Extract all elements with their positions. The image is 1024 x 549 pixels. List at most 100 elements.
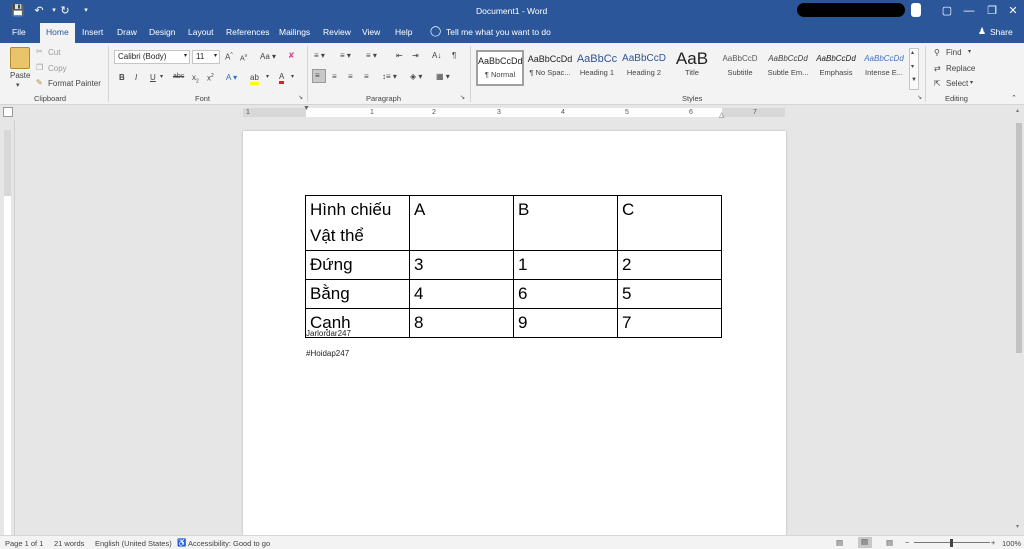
minimize-icon[interactable]: — (962, 4, 976, 18)
paste-button[interactable]: Paste (10, 71, 30, 80)
select-dropdown-icon[interactable]: ▾ (970, 79, 973, 86)
style-normal[interactable]: AaBbCcDd ¶ Normal (476, 50, 524, 86)
redo-icon[interactable]: ↻ (58, 4, 72, 18)
grow-font-icon[interactable]: A^ (225, 52, 233, 62)
font-color-dropdown-icon[interactable]: ▾ (291, 73, 294, 80)
document-table[interactable]: Hình chiếu Vật thể A B C Đứng 3 1 2 Bằng… (305, 195, 722, 338)
style-heading-1[interactable]: AaBbCc Heading 1 (573, 50, 621, 86)
dialog-launcher-icon[interactable]: ↘ (917, 94, 922, 101)
tell-me-search[interactable]: Tell me what you want to do (446, 27, 551, 37)
right-indent-marker-icon[interactable]: △ (719, 111, 724, 119)
style-subtitle[interactable]: AaBbCcD Subtitle (716, 50, 764, 86)
tab-view[interactable]: View (362, 27, 380, 37)
tab-review[interactable]: Review (323, 27, 351, 37)
style-no-spacing[interactable]: AaBbCcDd ¶ No Spac... (526, 50, 574, 86)
italic-button[interactable]: I (135, 73, 137, 82)
line-spacing-icon[interactable]: ↕≡ ▾ (382, 72, 397, 81)
tab-help[interactable]: Help (395, 27, 412, 37)
document-paragraph[interactable]: #Hoidap247 (306, 349, 349, 358)
find-button[interactable]: Find (946, 48, 962, 57)
print-layout-button[interactable]: ▤ (858, 537, 872, 548)
sort-icon[interactable]: A↓ (432, 51, 441, 60)
document-page[interactable]: Hình chiếu Vật thể A B C Đứng 3 1 2 Bằng… (243, 131, 786, 535)
table-cell[interactable]: 2 (617, 250, 722, 280)
horizontal-ruler[interactable]: 1 1 2 3 4 5 6 7 ▼ △ (0, 105, 1024, 120)
align-left-button[interactable]: ≡ (312, 69, 326, 83)
restore-icon[interactable]: ❐ (985, 4, 999, 18)
font-name-select[interactable]: Calibri (Body) ▾ (114, 50, 190, 64)
increase-indent-icon[interactable]: ⇥ (412, 51, 419, 60)
font-size-select[interactable]: 11 ▾ (192, 50, 220, 64)
table-cell[interactable]: 1 (513, 250, 618, 280)
table-cell[interactable]: 7 (617, 308, 722, 338)
table-cell[interactable]: 9 (513, 308, 618, 338)
zoom-slider-thumb[interactable] (950, 539, 953, 547)
zoom-out-icon[interactable]: − (905, 538, 909, 547)
style-intense-emphasis[interactable]: AaBbCcDd Intense E... (860, 50, 908, 86)
style-emphasis[interactable]: AaBbCcDd Emphasis (812, 50, 860, 86)
highlight-icon[interactable]: ab (250, 73, 259, 85)
tab-layout[interactable]: Layout (188, 27, 214, 37)
table-cell[interactable]: Bằng (305, 279, 410, 309)
table-cell[interactable]: Đứng (305, 250, 410, 280)
show-formatting-icon[interactable]: ¶ (452, 51, 456, 60)
tab-references[interactable]: References (226, 27, 269, 37)
indent-marker-icon[interactable]: ▼ (303, 105, 310, 112)
styles-gallery-scroll[interactable]: ▴ ▾ ▼ (909, 48, 919, 90)
change-case-icon[interactable]: Aa ▾ (260, 52, 276, 61)
table-cell[interactable]: 4 (409, 279, 514, 309)
bullets-icon[interactable]: ≡ ▾ (314, 51, 325, 60)
customize-toolbar-icon[interactable]: ▾ (79, 4, 93, 18)
table-cell[interactable]: C (617, 195, 722, 251)
paste-icon[interactable] (10, 47, 30, 69)
accessibility-status[interactable]: Accessibility: Good to go (188, 539, 270, 548)
paste-dropdown-icon[interactable]: ▾ (16, 81, 20, 89)
scroll-down-icon[interactable]: ▾ (1016, 523, 1019, 530)
table-cell[interactable]: 3 (409, 250, 514, 280)
collapse-ribbon-icon[interactable]: ⌃ (1011, 94, 1017, 102)
strikethrough-icon[interactable]: abc (173, 73, 184, 80)
style-heading-2[interactable]: AaBbCcD Heading 2 (620, 50, 668, 86)
save-icon[interactable]: 💾 (11, 4, 25, 18)
bold-button[interactable]: B (119, 73, 125, 82)
justify-icon[interactable]: ≡ (364, 72, 369, 81)
page-count[interactable]: Page 1 of 1 (5, 539, 43, 548)
account-area[interactable] (797, 3, 905, 17)
scrollbar-thumb[interactable] (1016, 123, 1022, 353)
numbering-icon[interactable]: ≡ ▾ (340, 51, 351, 60)
table-cell[interactable]: A (409, 195, 514, 251)
account-avatar-icon[interactable] (911, 3, 921, 17)
multilevel-list-icon[interactable]: ≡ ▾ (366, 51, 377, 60)
replace-button[interactable]: Replace (946, 64, 975, 73)
table-cell[interactable]: Hình chiếu Vật thể (305, 195, 410, 251)
align-right-icon[interactable]: ≡ (348, 72, 353, 81)
dialog-launcher-icon[interactable]: ↘ (460, 94, 465, 101)
underline-dropdown-icon[interactable]: ▾ (160, 73, 163, 80)
dialog-launcher-icon[interactable]: ↘ (298, 94, 303, 101)
table-cell[interactable]: 8 (409, 308, 514, 338)
web-layout-icon[interactable]: ▤ (886, 538, 893, 547)
decrease-indent-icon[interactable]: ⇤ (396, 51, 403, 60)
tab-insert[interactable]: Insert (82, 27, 103, 37)
align-center-icon[interactable]: ≡ (332, 72, 337, 81)
underline-button[interactable]: U (150, 73, 156, 82)
share-button[interactable]: Share (990, 27, 1013, 37)
chevron-down-icon[interactable]: ▾ (911, 63, 914, 70)
zoom-level[interactable]: 100% (1002, 539, 1021, 548)
tab-design[interactable]: Design (149, 27, 175, 37)
table-cell[interactable]: 6 (513, 279, 618, 309)
vertical-scrollbar[interactable]: ▴ ▾ (1014, 105, 1024, 535)
format-painter-button[interactable]: Format Painter (48, 79, 101, 88)
table-cell[interactable]: B (513, 195, 618, 251)
select-button[interactable]: Select (946, 79, 968, 88)
style-subtle-emphasis[interactable]: AaBbCcDd Subtle Em... (764, 50, 812, 86)
ribbon-display-options-icon[interactable]: ▢ (940, 4, 954, 18)
find-dropdown-icon[interactable]: ▾ (968, 48, 971, 55)
highlight-dropdown-icon[interactable]: ▾ (266, 73, 269, 80)
more-styles-icon[interactable]: ▼ (911, 77, 917, 83)
tab-home[interactable]: Home (40, 23, 75, 43)
shading-icon[interactable]: ◈ ▾ (410, 72, 422, 81)
font-color-icon[interactable]: A (279, 72, 285, 84)
language-indicator[interactable]: English (United States) (95, 539, 172, 548)
cut-button[interactable]: Cut (48, 48, 60, 57)
